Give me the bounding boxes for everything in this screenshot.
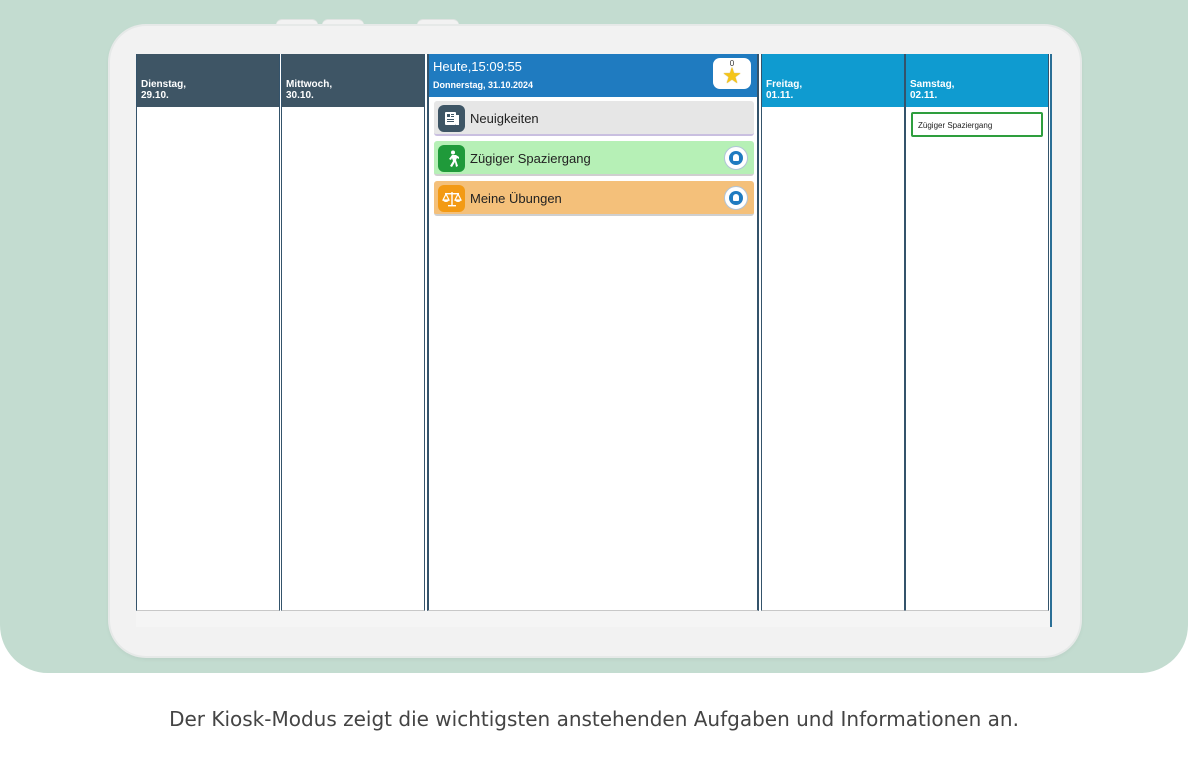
star-icon: ★ [722,63,742,88]
task-label: Meine Übungen [470,191,562,206]
day-header: Dienstag, 29.10. [137,54,279,107]
kiosk-screen: Dienstag, 29.10. Mittwoch, 30.10. Heute,… [136,54,1052,627]
star-counter-button[interactable]: 0 ★ [713,58,751,89]
bell-icon[interactable] [724,186,748,210]
day-date: 30.10. [286,90,314,101]
task-label: Neuigkeiten [470,111,539,126]
walking-person-icon [438,145,465,172]
day-date: 02.11. [910,90,938,101]
day-weekday: Dienstag, [141,79,187,90]
today-date: Donnerstag, 31.10.2024 [433,80,534,90]
task-news[interactable]: Neuigkeiten [434,101,754,136]
screen-edge [1050,54,1052,627]
caption: Der Kiosk-Modus zeigt die wichtigsten an… [169,707,1019,731]
day-weekday: Samstag, [910,79,955,90]
day-column-wednesday: Mittwoch, 30.10. [281,54,425,611]
task-walk-saturday[interactable]: Zügiger Spaziergang [911,112,1043,137]
screen-footer [136,611,1052,627]
day-header: Samstag, 02.11. [906,54,1048,107]
today-clock: Heute,15:09:55 [433,59,522,74]
bell-icon[interactable] [724,146,748,170]
day-header: Freitag, 01.11. [762,54,904,107]
day-header: Mittwoch, 30.10. [282,54,424,107]
today-header: Heute,15:09:55 Donnerstag, 31.10.2024 0 … [429,54,757,97]
day-date: 29.10. [141,90,169,101]
day-date: 01.11. [766,90,794,101]
day-column-today: Heute,15:09:55 Donnerstag, 31.10.2024 0 … [427,54,759,611]
day-column-friday: Freitag, 01.11. [761,54,905,611]
scales-icon [438,185,465,212]
task-walk[interactable]: Zügiger Spaziergang [434,141,754,176]
day-weekday: Mittwoch, [286,79,333,90]
task-label: Zügiger Spaziergang [470,151,591,166]
day-weekday: Freitag, [766,79,803,90]
newspaper-icon [438,105,465,132]
day-column-tuesday: Dienstag, 29.10. [136,54,280,611]
task-exercises[interactable]: Meine Übungen [434,181,754,216]
day-column-saturday: Samstag, 02.11. Zügiger Spaziergang [905,54,1049,611]
